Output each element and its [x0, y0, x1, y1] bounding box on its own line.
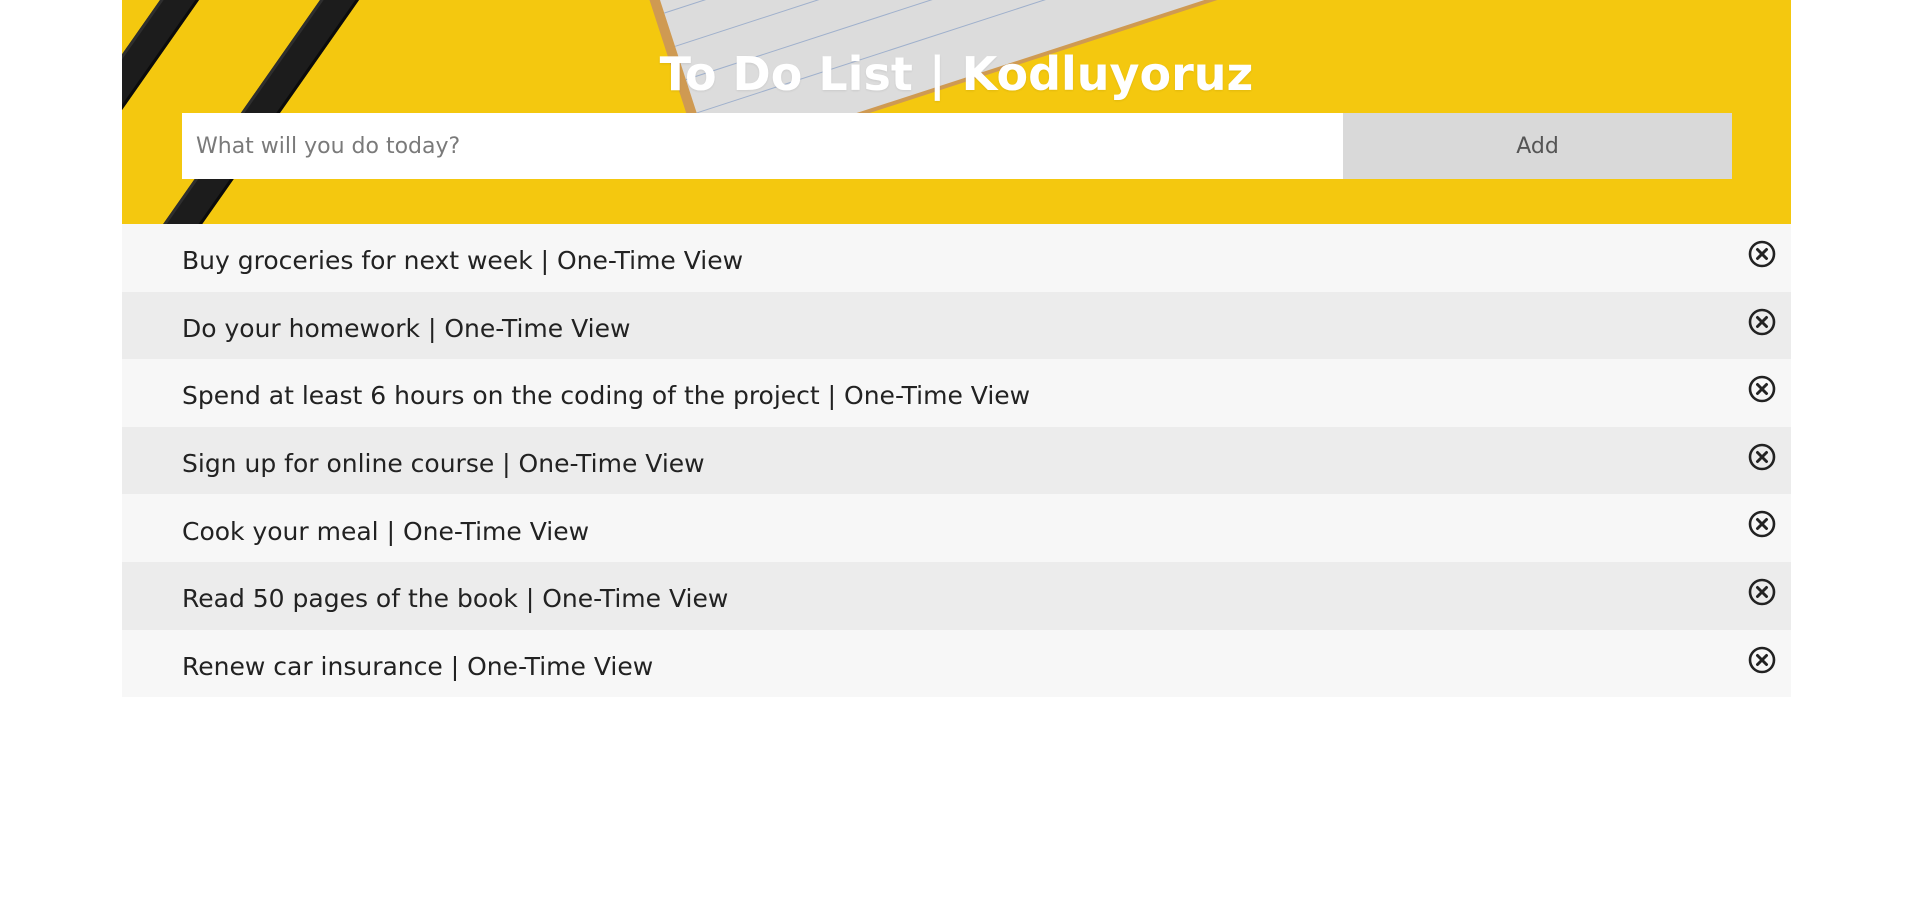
list-item[interactable]: Do your homework | One-Time View [122, 291, 1791, 360]
task-text: Read 50 pages of the book | One-Time Vie… [182, 584, 729, 614]
task-input[interactable] [182, 113, 1343, 179]
close-circle-icon[interactable] [1748, 375, 1776, 403]
list-item[interactable]: Spend at least 6 hours on the coding of … [122, 359, 1791, 427]
close-circle-icon[interactable] [1748, 646, 1776, 674]
close-circle-icon[interactable] [1748, 443, 1776, 471]
task-text: Sign up for online course | One-Time Vie… [182, 449, 705, 479]
close-circle-icon[interactable] [1748, 578, 1776, 606]
list-item[interactable]: Renew car insurance | One-Time View [122, 629, 1791, 698]
list-item[interactable]: Buy groceries for next week | One-Time V… [122, 224, 1791, 292]
close-circle-icon[interactable] [1748, 510, 1776, 538]
task-text: Buy groceries for next week | One-Time V… [182, 246, 744, 276]
header-banner: To Do List | Kodluyoruz Add [122, 0, 1791, 224]
list-item[interactable]: Read 50 pages of the book | One-Time Vie… [122, 561, 1791, 630]
add-task-form: Add [182, 113, 1732, 179]
page-title: To Do List | Kodluyoruz [659, 47, 1254, 101]
close-circle-icon[interactable] [1748, 240, 1776, 268]
list-item[interactable]: Sign up for online course | One-Time Vie… [122, 426, 1791, 495]
task-text: Renew car insurance | One-Time View [182, 651, 654, 681]
pencil-image [155, 0, 389, 224]
task-list: Buy groceries for next week | One-Time V… [122, 224, 1791, 698]
todo-app: To Do List | Kodluyoruz Add Buy grocerie… [122, 0, 1791, 698]
list-item[interactable]: Cook your meal | One-Time View [122, 494, 1791, 562]
add-button[interactable]: Add [1343, 113, 1732, 179]
close-circle-icon[interactable] [1748, 308, 1776, 336]
task-text: Spend at least 6 hours on the coding of … [182, 381, 1031, 411]
task-text: Cook your meal | One-Time View [182, 516, 590, 546]
task-text: Do your homework | One-Time View [182, 313, 631, 343]
